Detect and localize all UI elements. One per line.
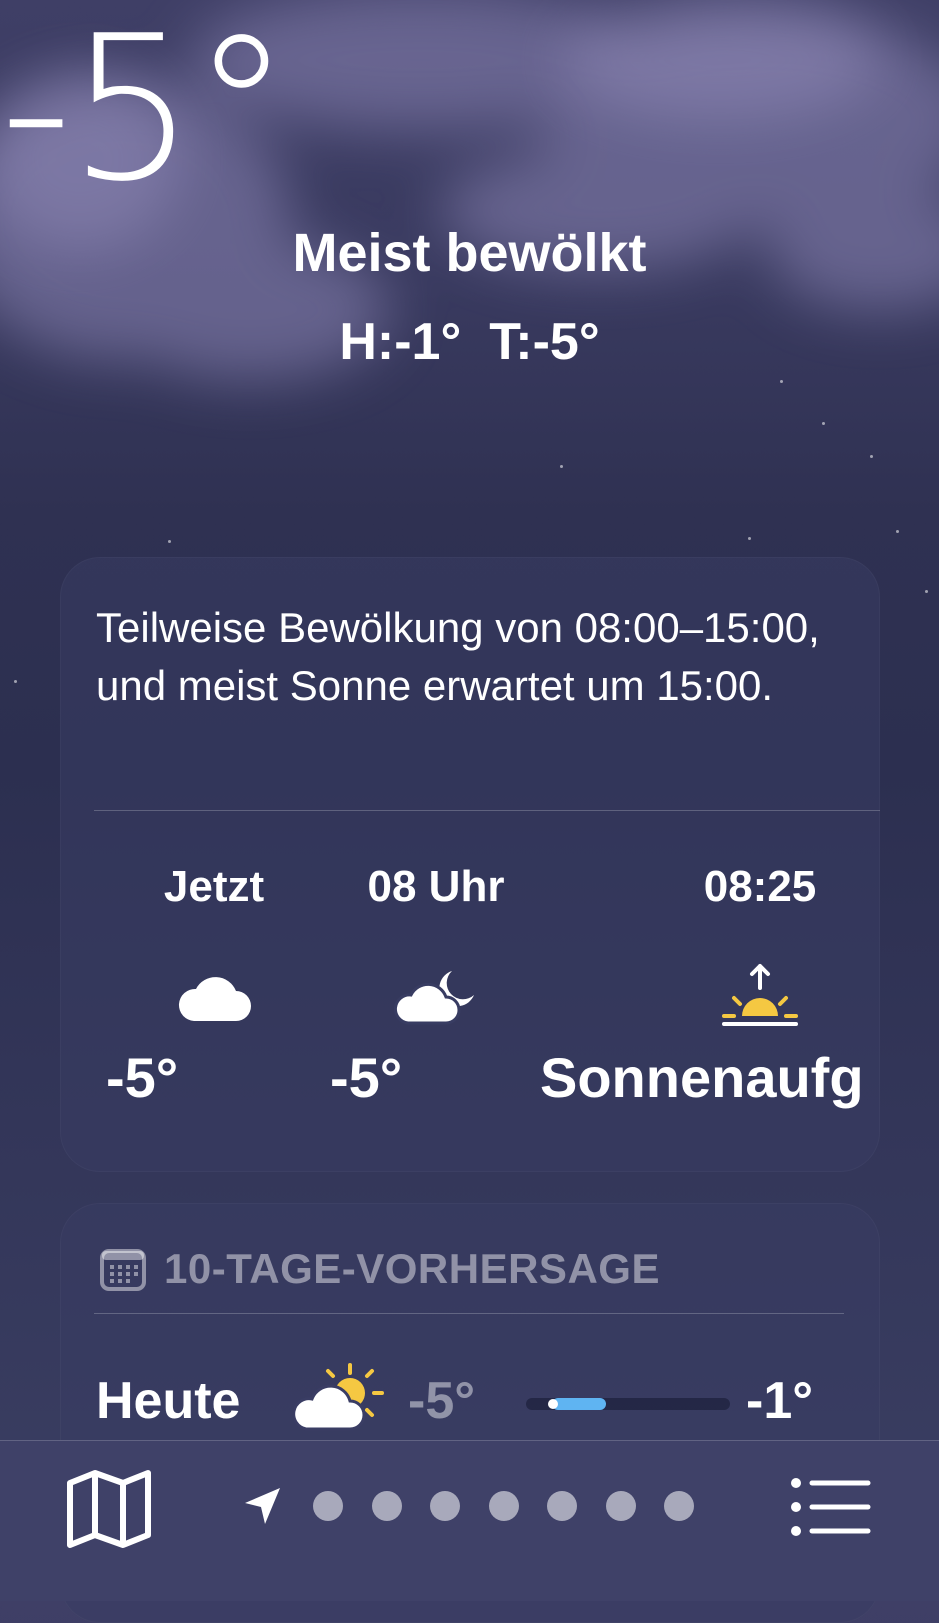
forecast-low: -5° (408, 1372, 476, 1430)
star (14, 680, 17, 683)
current-temperature-dot (548, 1399, 558, 1409)
page-dot[interactable] (664, 1491, 694, 1521)
star (560, 465, 563, 468)
star (780, 380, 783, 383)
page-dot[interactable] (371, 1491, 402, 1521)
forecast-high: -1° (746, 1372, 814, 1430)
low-temperature: T:-5° (489, 313, 600, 371)
page-dot[interactable] (430, 1491, 460, 1521)
high-temperature: H:-1° (339, 313, 462, 371)
forecast-header-label: 10-TAGE-VORHERSAGE (164, 1245, 660, 1292)
temperature-range-fill (552, 1398, 606, 1410)
current-temperature: -5° (0, 0, 291, 226)
hour-temperature-now: -5° (106, 1046, 179, 1109)
page-dot[interactable] (605, 1491, 636, 1521)
star (896, 530, 899, 533)
current-condition: Meist bewölkt (292, 223, 647, 283)
forecast-header: 10-TAGE-VORHERSAGE (100, 1245, 660, 1293)
partly-sunny-icon (292, 1363, 386, 1438)
high-low-temperatures: H:-1° T:-5° (0, 312, 939, 372)
star (168, 540, 171, 543)
star (870, 455, 873, 458)
divider (94, 1313, 844, 1314)
star (822, 422, 825, 425)
location-arrow-icon[interactable] (242, 1485, 284, 1527)
map-icon[interactable] (66, 1469, 152, 1549)
calendar-icon (100, 1247, 146, 1291)
hour-temperature-08: -5° (330, 1046, 403, 1109)
temperature-range-bar (526, 1398, 730, 1410)
sunrise-label: Sonnenaufg (540, 1046, 864, 1109)
page-dot[interactable] (547, 1491, 577, 1521)
bottom-toolbar (0, 1440, 939, 1601)
card-clip: Sonnenaufg -5° -5° (60, 557, 880, 1172)
page-dot[interactable] (313, 1491, 343, 1521)
forecast-row-today[interactable]: Heute -5° -1° (96, 1363, 856, 1443)
forecast-day: Heute (96, 1372, 241, 1430)
page-dot[interactable] (488, 1491, 519, 1521)
star (925, 590, 928, 593)
page-indicator[interactable] (313, 1491, 723, 1523)
star (748, 537, 751, 540)
list-icon[interactable] (790, 1477, 872, 1537)
